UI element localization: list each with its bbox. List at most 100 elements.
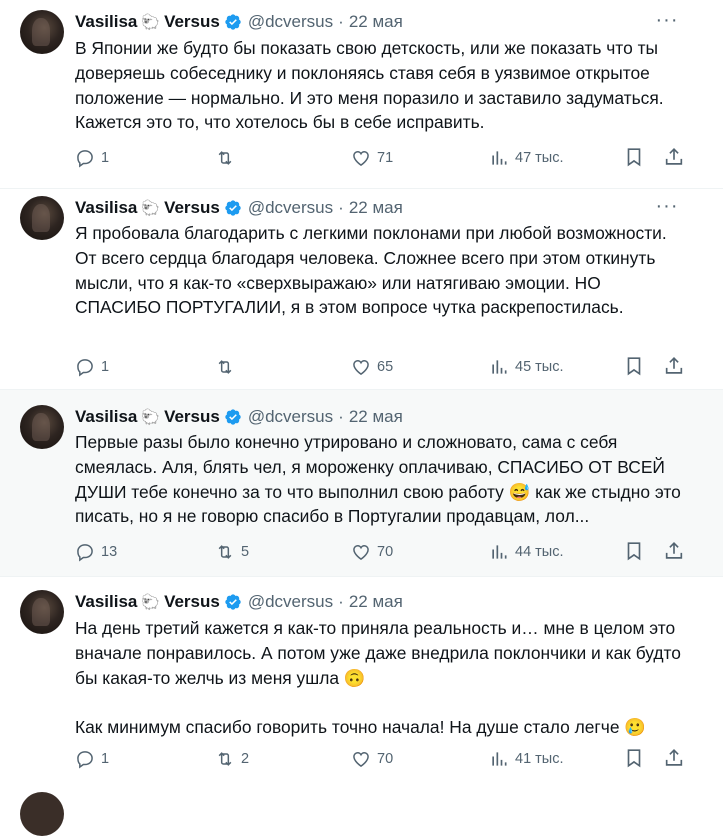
bookmark-icon — [627, 148, 641, 167]
reply-button[interactable]: 13 — [75, 540, 117, 564]
share-icon — [665, 542, 683, 559]
bookmark-button[interactable] — [623, 355, 645, 377]
share-button[interactable] — [663, 540, 685, 562]
author-name-suffix[interactable]: Versus — [164, 592, 220, 612]
bookmark-button[interactable] — [623, 540, 645, 562]
author-name-suffix[interactable]: Versus — [164, 407, 220, 427]
retweet-button[interactable] — [215, 146, 241, 170]
views-icon — [492, 151, 507, 165]
verified-icon — [225, 409, 241, 425]
retweet-icon — [218, 752, 232, 766]
like-count: 70 — [377, 544, 394, 560]
tweet[interactable]: Vasilisa 🐑 Versus @dcversus · 22 мая На … — [0, 577, 723, 780]
like-icon — [353, 150, 369, 166]
author-name[interactable]: Vasilisa — [75, 407, 137, 427]
avatar[interactable] — [20, 10, 64, 54]
tweet[interactable]: Vasilisa 🐑 Versus @dcversus · 22 мая ···… — [0, 0, 723, 188]
retweet-icon — [218, 151, 232, 165]
bookmark-icon — [627, 357, 641, 376]
views-count: 44 тыс. — [515, 544, 564, 560]
tweet-text: Первые разы было конечно утрировано и сл… — [75, 432, 681, 527]
retweet-count: 5 — [241, 544, 250, 560]
share-button[interactable] — [663, 355, 685, 377]
reply-count: 1 — [101, 150, 110, 166]
author-name-suffix[interactable]: Versus — [164, 12, 220, 32]
like-button[interactable]: 71 — [351, 146, 393, 170]
retweet-button[interactable]: 2 — [215, 747, 249, 771]
reply-button[interactable]: 1 — [75, 146, 109, 170]
more-icon[interactable]: ··· — [655, 10, 679, 35]
avatar[interactable] — [20, 405, 64, 449]
retweet-icon — [218, 545, 232, 559]
avatar[interactable] — [20, 196, 64, 240]
tweet-text: В Японии же будто бы показать свою детск… — [75, 38, 664, 133]
sheep-emoji: 🐑 — [141, 409, 161, 426]
more-icon[interactable]: ··· — [655, 196, 679, 221]
sheep-emoji: 🐑 — [141, 14, 161, 31]
views-count: 41 тыс. — [515, 751, 564, 767]
author-handle[interactable]: @dcversus — [248, 407, 333, 427]
bookmark-icon — [627, 749, 641, 768]
reply-button[interactable]: 1 — [75, 747, 109, 771]
retweet-button[interactable] — [215, 355, 241, 379]
views-button[interactable]: 41 тыс. — [489, 747, 564, 771]
author-handle[interactable]: @dcversus — [248, 592, 333, 612]
separator-dot: · — [338, 407, 344, 426]
like-count: 71 — [377, 150, 394, 166]
avatar[interactable] — [20, 792, 64, 836]
sheep-emoji: 🐑 — [141, 200, 161, 217]
author-name[interactable]: Vasilisa — [75, 198, 137, 218]
verified-icon — [225, 14, 241, 30]
like-icon — [353, 544, 369, 560]
author-name-suffix[interactable]: Versus — [164, 198, 220, 218]
tweet-actions: 13 5 70 44 тыс. — [75, 540, 695, 564]
views-icon — [492, 545, 507, 559]
reply-icon — [77, 751, 93, 769]
author-name[interactable]: Vasilisa — [75, 12, 137, 32]
share-icon — [665, 148, 683, 165]
author-handle[interactable]: @dcversus — [248, 198, 333, 218]
like-icon — [353, 359, 369, 375]
reply-button[interactable]: 1 — [75, 355, 109, 379]
tweet-date[interactable]: 22 мая — [349, 198, 403, 218]
reply-count: 1 — [101, 359, 110, 375]
retweet-count: 2 — [241, 751, 250, 767]
views-count: 47 тыс. — [515, 150, 564, 166]
tweet-date[interactable]: 22 мая — [349, 592, 403, 612]
views-button[interactable]: 44 тыс. — [489, 540, 564, 564]
like-count: 70 — [377, 751, 394, 767]
like-button[interactable]: 65 — [351, 355, 393, 379]
reply-icon — [77, 150, 93, 168]
reply-icon — [77, 544, 93, 562]
avatar[interactable] — [20, 590, 64, 634]
retweet-button[interactable]: 5 — [215, 540, 249, 564]
share-button[interactable] — [663, 747, 685, 769]
bookmark-button[interactable] — [623, 146, 645, 168]
tweet[interactable]: Vasilisa 🐑 Versus @dcversus · 22 мая Пер… — [0, 390, 723, 576]
separator-dot: · — [338, 198, 344, 217]
views-button[interactable]: 45 тыс. — [489, 355, 564, 379]
tweet-actions: 1 2 70 41 тыс. — [75, 747, 695, 771]
author-name[interactable]: Vasilisa — [75, 592, 137, 612]
like-count: 65 — [377, 359, 394, 375]
tweet-text: Я пробовала благодарить с легкими поклон… — [75, 223, 667, 318]
like-button[interactable]: 70 — [351, 540, 393, 564]
verified-icon — [225, 200, 241, 216]
reply-count: 1 — [101, 751, 110, 767]
share-button[interactable] — [663, 146, 685, 168]
tweet-date[interactable]: 22 мая — [349, 407, 403, 427]
reply-icon — [77, 359, 93, 377]
like-icon — [353, 751, 369, 767]
bookmark-button[interactable] — [623, 747, 645, 769]
views-button[interactable]: 47 тыс. — [489, 146, 564, 170]
tweet[interactable]: Vasilisa 🐑 Versus @dcversus · 22 мая ···… — [0, 189, 723, 389]
separator-dot: · — [338, 592, 344, 611]
like-button[interactable]: 70 — [351, 747, 393, 771]
reply-count: 13 — [101, 544, 118, 560]
author-handle[interactable]: @dcversus — [248, 12, 333, 32]
views-count: 45 тыс. — [515, 359, 564, 375]
tweet-date[interactable]: 22 мая — [349, 12, 403, 32]
bookmark-icon — [627, 542, 641, 561]
tweet-actions: 1 65 45 тыс. — [75, 355, 695, 379]
share-icon — [665, 749, 683, 766]
